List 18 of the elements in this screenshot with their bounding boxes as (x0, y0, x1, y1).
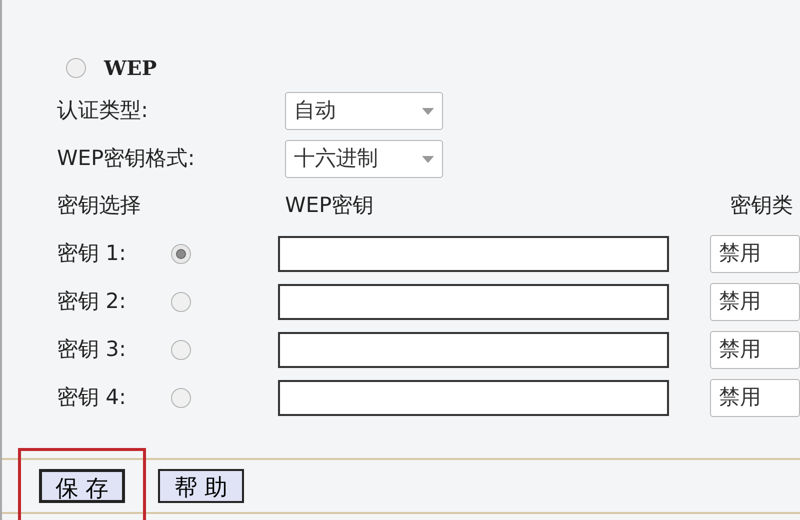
column-header: 密钥选择 (57, 192, 142, 220)
dropdown[interactable]: 禁用 (710, 283, 800, 321)
dropdown[interactable]: 禁用 (710, 379, 800, 417)
dropdown[interactable]: 自动 (285, 92, 443, 130)
button[interactable]: 帮 助 (158, 469, 244, 503)
field-label: WEP密钥格式: (57, 145, 196, 172)
dropdown[interactable]: 禁用 (710, 331, 800, 369)
key-label: 密钥 4: (57, 384, 128, 412)
dropdown[interactable]: 禁用 (710, 235, 800, 273)
key-label: 密钥 2: (57, 288, 128, 316)
dropdown[interactable]: 十六进制 (285, 140, 443, 178)
option-label: WEP (104, 55, 157, 82)
button[interactable]: 保 存 (39, 469, 125, 503)
field-label: 认证类型: (57, 97, 150, 124)
column-header: WEP密钥 (285, 192, 375, 220)
key-label: 密钥 1: (57, 240, 128, 268)
key-label: 密钥 3: (57, 336, 128, 364)
column-header: 密钥类 (730, 192, 793, 220)
